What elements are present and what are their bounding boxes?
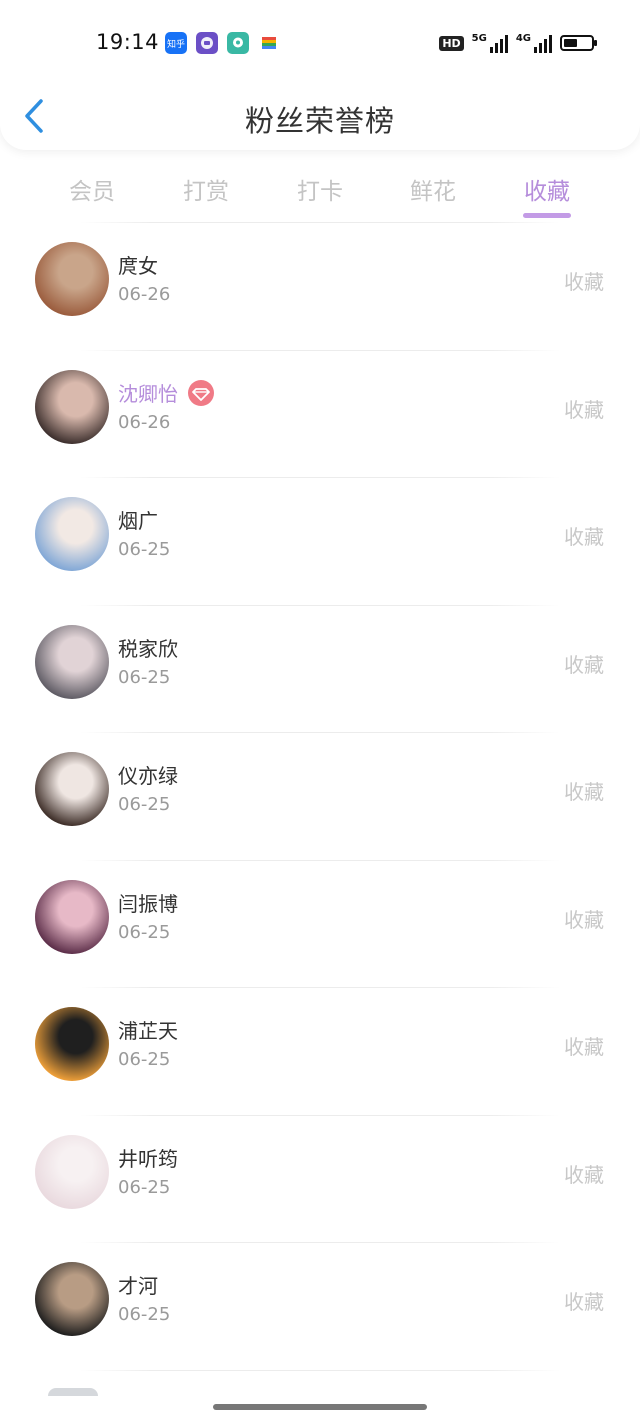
fan-list: 庹女 06-26 收藏 沈卿怡 06-26 收藏 烟广 06-25 收藏 税家欣…	[0, 222, 640, 1390]
page-title: 粉丝荣誉榜	[244, 104, 395, 138]
tab-reward[interactable]: 打赏	[161, 172, 251, 206]
avatar[interactable]	[35, 1134, 109, 1209]
date-label: 06-25	[118, 1176, 171, 1198]
active-tab-indicator	[523, 213, 571, 218]
page: 19:14 知乎 HD 5G 4G 粉丝荣誉榜 会员 打赏 打卡 鲜花 收藏 庹…	[0, 0, 640, 1422]
avatar-partial	[48, 1388, 98, 1396]
favorite-action-label: 收藏	[564, 652, 604, 677]
user-name-text: 沈卿怡	[118, 381, 178, 406]
wallet-app-icon	[258, 32, 280, 54]
status-bar: 19:14 知乎 HD 5G 4G	[0, 22, 640, 62]
divider	[80, 1242, 560, 1243]
date-label: 06-26	[118, 411, 171, 433]
favorite-action-label: 收藏	[564, 780, 604, 804]
user-name: 才河	[118, 1274, 158, 1298]
favorite-action-label: 收藏	[564, 1035, 604, 1059]
tab-favorites[interactable]: 收藏	[502, 172, 592, 206]
date-label: 06-25	[118, 539, 171, 560]
date-label: 06-25	[118, 921, 171, 943]
battery-icon	[560, 35, 597, 51]
list-item-partial	[0, 1369, 640, 1390]
avatar[interactable]	[35, 879, 109, 954]
divider	[80, 349, 560, 351]
date-label: 06-25	[118, 1304, 171, 1325]
divider	[80, 222, 560, 223]
user-name: 烟广	[118, 509, 158, 533]
signal-5g-icon: 5G	[472, 33, 508, 53]
avatar[interactable]	[35, 497, 109, 571]
tab-member[interactable]: 会员	[47, 172, 137, 206]
divider	[80, 1114, 560, 1116]
chat-bubble-app-icon	[196, 32, 218, 54]
user-name: 浦芷天	[118, 1019, 178, 1043]
tab-bar: 会员 打赏 打卡 鲜花 收藏	[0, 168, 640, 220]
list-item[interactable]: 沈卿怡 06-26 收藏	[0, 349, 640, 478]
favorite-action-label: 收藏	[564, 1290, 604, 1314]
divider	[80, 987, 560, 988]
list-item[interactable]: 仪亦绿 06-25 收藏	[0, 732, 640, 860]
user-name-vip: 沈卿怡	[118, 378, 214, 409]
avatar[interactable]	[35, 369, 109, 444]
header: 19:14 知乎 HD 5G 4G 粉丝荣誉榜	[0, 0, 640, 150]
home-indicator[interactable]	[213, 1404, 427, 1410]
favorite-action-label: 收藏	[564, 1162, 604, 1187]
list-item[interactable]: 闫振博 06-25 收藏	[0, 859, 640, 988]
tab-checkin[interactable]: 打卡	[275, 172, 365, 206]
date-label: 06-26	[118, 284, 171, 305]
favorite-action-label: 收藏	[564, 270, 604, 294]
status-time: 19:14	[96, 30, 160, 54]
avatar[interactable]	[35, 752, 109, 826]
tab-flowers[interactable]: 鲜花	[388, 172, 478, 206]
favorite-action-label: 收藏	[564, 907, 604, 932]
favorite-action-label: 收藏	[564, 397, 604, 422]
list-item[interactable]: 庹女 06-26 收藏	[0, 222, 640, 350]
list-item[interactable]: 税家欣 06-25 收藏	[0, 604, 640, 733]
signal-4g-icon: 4G	[516, 33, 552, 53]
status-indicators: HD 5G 4G	[439, 32, 597, 54]
date-label: 06-25	[118, 794, 171, 815]
favorite-action-label: 收藏	[564, 525, 604, 549]
divider	[80, 1369, 560, 1371]
date-label: 06-25	[118, 1049, 171, 1070]
divider	[80, 732, 560, 733]
avatar[interactable]	[35, 1007, 109, 1081]
diamond-vip-icon	[188, 380, 214, 406]
avatar[interactable]	[35, 242, 109, 316]
user-name: 税家欣	[118, 636, 178, 661]
message-app-icon	[227, 32, 249, 54]
list-item[interactable]: 浦芷天 06-25 收藏	[0, 987, 640, 1115]
user-name: 庹女	[118, 254, 158, 278]
user-name: 仪亦绿	[118, 764, 178, 788]
user-name: 井听筠	[118, 1146, 178, 1171]
list-item[interactable]: 烟广 06-25 收藏	[0, 477, 640, 605]
divider	[80, 859, 560, 861]
avatar[interactable]	[35, 1262, 109, 1336]
avatar[interactable]	[35, 624, 109, 699]
divider	[80, 477, 560, 478]
list-item[interactable]: 井听筠 06-25 收藏	[0, 1114, 640, 1243]
list-item[interactable]: 才河 06-25 收藏	[0, 1242, 640, 1370]
zhihu-app-icon: 知乎	[165, 32, 187, 54]
divider	[80, 604, 560, 606]
user-name: 闫振博	[118, 891, 178, 916]
hd-badge: HD	[439, 35, 464, 51]
date-label: 06-25	[118, 666, 171, 688]
